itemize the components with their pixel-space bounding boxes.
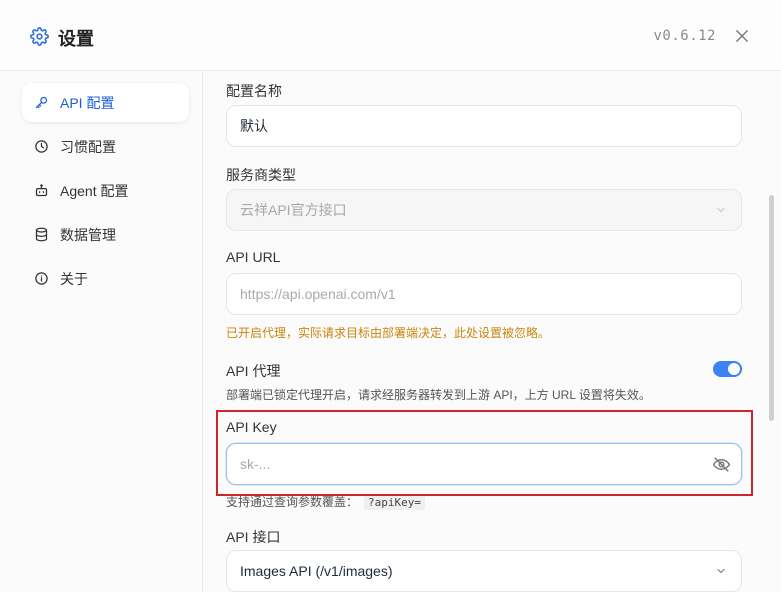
version-label: v0.6.12 [653,28,716,44]
sidebar-item-agent[interactable]: Agent 配置 [22,171,189,210]
api-key-hint: 支持通过查询参数覆盖： ?apiKey= [226,493,425,510]
api-url-label: API URL [226,249,281,265]
settings-dialog: 设置 v0.6.12 API 配置 习惯配置 Agent 配置 数据管理 关于 … [0,0,781,592]
gear-icon [30,27,49,46]
api-key-placeholder: sk-... [240,456,271,472]
api-key-hint-code: ?apiKey= [364,495,425,510]
sidebar-item-label: API 配置 [60,94,115,111]
sidebar-item-label: 习惯配置 [60,138,116,155]
api-proxy-hint: 部署端已锁定代理开启，请求经服务器转发到上游 API，上方 URL 设置将失效。 [226,388,651,402]
api-endpoint-label: API 接口 [226,529,281,545]
sidebar-item-about[interactable]: 关于 [22,259,189,298]
settings-sidebar: API 配置 习惯配置 Agent 配置 数据管理 关于 [0,71,203,592]
sidebar-item-label: 关于 [60,270,88,287]
chevron-down-icon [717,207,725,213]
api-key-label: API Key [226,419,277,435]
key-icon [35,96,48,109]
close-icon[interactable] [733,27,751,45]
api-url-input[interactable]: https://api.openai.com/v1 [226,273,742,315]
sidebar-item-habits[interactable]: 习惯配置 [22,127,189,166]
sidebar-item-data[interactable]: 数据管理 [22,215,189,254]
api-endpoint-select[interactable]: Images API (/v1/images) [226,550,742,592]
sidebar-item-label: 数据管理 [60,226,116,243]
dialog-title: 设置 [58,29,94,49]
provider-type-select: 云祥API官方接口 [226,189,742,231]
config-name-label: 配置名称 [226,83,282,99]
eye-off-icon[interactable] [712,455,731,474]
proxy-warning-text: 已开启代理，实际请求目标由部署端决定，此处设置被忽略。 [226,326,551,340]
settings-content: 配置名称 默认 服务商类型 云祥API官方接口 API URL https://… [204,71,781,592]
clock-icon [35,140,48,153]
database-icon [35,227,48,242]
api-key-input[interactable]: sk-... [226,443,742,485]
api-proxy-toggle[interactable] [713,361,742,377]
provider-type-label: 服务商类型 [226,167,296,183]
sidebar-item-api-config[interactable]: API 配置 [22,83,189,122]
toggle-knob [728,363,740,375]
content-scrollbar[interactable] [769,195,774,421]
config-name-value: 默认 [240,118,268,134]
api-endpoint-value: Images API (/v1/images) [240,563,393,579]
chevron-down-icon [717,568,725,574]
sidebar-item-label: Agent 配置 [60,182,129,199]
api-url-placeholder: https://api.openai.com/v1 [240,286,396,302]
bot-icon [35,184,48,197]
provider-type-value: 云祥API官方接口 [240,202,347,218]
api-proxy-label: API 代理 [226,363,281,379]
api-key-hint-text: 支持通过查询参数覆盖： [226,495,359,509]
config-name-input[interactable]: 默认 [226,105,742,147]
info-icon [35,272,48,285]
dialog-header: 设置 v0.6.12 [0,0,781,71]
